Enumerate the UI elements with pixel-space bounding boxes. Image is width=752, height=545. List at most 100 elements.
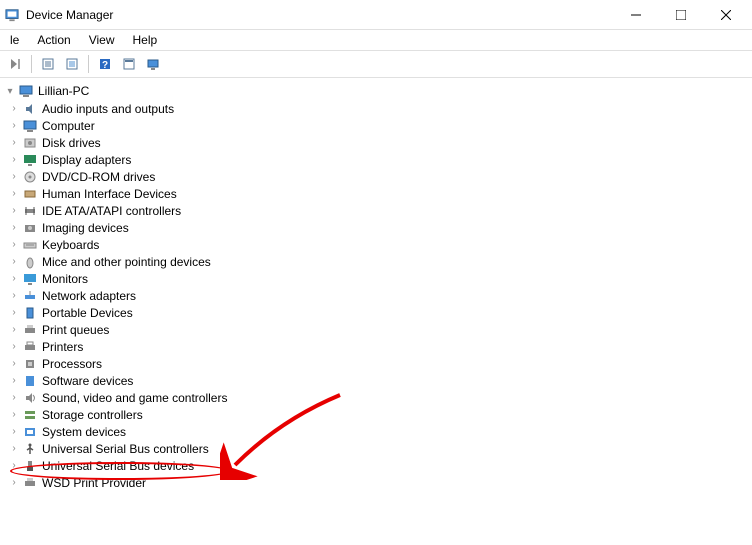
- menu-view[interactable]: View: [81, 31, 123, 49]
- expand-icon[interactable]: ›: [8, 358, 20, 370]
- expand-icon[interactable]: ›: [8, 460, 20, 472]
- menu-file[interactable]: le: [2, 31, 27, 49]
- toolbar-separator: [31, 55, 32, 73]
- expand-icon[interactable]: ›: [8, 273, 20, 285]
- display-icon: [22, 152, 38, 168]
- node-label: Human Interface Devices: [42, 187, 177, 201]
- node-label: Network adapters: [42, 289, 136, 303]
- tree-node[interactable]: › Monitors: [0, 270, 752, 287]
- printqueue-icon: [22, 322, 38, 338]
- tree-node[interactable]: › Network adapters: [0, 287, 752, 304]
- root-label: Lillian-PC: [38, 84, 89, 98]
- expand-icon[interactable]: ›: [8, 324, 20, 336]
- node-label: Storage controllers: [42, 408, 143, 422]
- expand-icon[interactable]: ›: [8, 205, 20, 217]
- expand-icon[interactable]: ›: [8, 137, 20, 149]
- node-label: Universal Serial Bus controllers: [42, 442, 209, 456]
- node-label: Printers: [42, 340, 83, 354]
- expand-icon[interactable]: ▾: [4, 85, 16, 97]
- node-label: Software devices: [42, 374, 133, 388]
- help-button[interactable]: ?: [94, 53, 116, 75]
- tree-node[interactable]: › Imaging devices: [0, 219, 752, 236]
- system-icon: [22, 424, 38, 440]
- devices-button[interactable]: [142, 53, 164, 75]
- node-label: WSD Print Provider: [42, 476, 146, 490]
- tree-node[interactable]: › DVD/CD-ROM drives: [0, 168, 752, 185]
- tree-node[interactable]: › Display adapters: [0, 151, 752, 168]
- node-label: Portable Devices: [42, 306, 133, 320]
- expand-icon[interactable]: ›: [8, 103, 20, 115]
- maximize-button[interactable]: [658, 0, 703, 30]
- tree-node[interactable]: ›System devices: [0, 423, 752, 440]
- expand-icon[interactable]: ›: [8, 392, 20, 404]
- mouse-icon: [22, 254, 38, 270]
- tree-node[interactable]: › Keyboards: [0, 236, 752, 253]
- node-label: Sound, video and game controllers: [42, 391, 227, 405]
- tree-node[interactable]: › Storage controllers: [0, 406, 752, 423]
- expand-icon[interactable]: ›: [8, 154, 20, 166]
- tree-node[interactable]: › Sound, video and game controllers: [0, 389, 752, 406]
- tree-node[interactable]: › WSD Print Provider: [0, 474, 752, 491]
- toolbar-separator: [88, 55, 89, 73]
- audio-icon: [22, 101, 38, 117]
- close-button[interactable]: [703, 0, 748, 30]
- expand-icon[interactable]: ›: [8, 375, 20, 387]
- scan-button[interactable]: [61, 53, 83, 75]
- dvd-icon: [22, 169, 38, 185]
- expand-icon[interactable]: ›: [8, 443, 20, 455]
- tree-node[interactable]: › Computer: [0, 117, 752, 134]
- tree-root[interactable]: ▾ Lillian-PC: [0, 82, 752, 100]
- node-label: DVD/CD-ROM drives: [42, 170, 155, 184]
- tree-node[interactable]: › Disk drives: [0, 134, 752, 151]
- node-label: Universal Serial Bus devices: [42, 459, 194, 473]
- expand-icon[interactable]: ›: [8, 409, 20, 421]
- node-label: Display adapters: [42, 153, 131, 167]
- tree-node[interactable]: › Human Interface Devices: [0, 185, 752, 202]
- node-label: Monitors: [42, 272, 88, 286]
- usb-icon: [22, 441, 38, 457]
- hid-icon: [22, 186, 38, 202]
- toolbar: ?: [0, 50, 752, 78]
- tree-node[interactable]: ›Mice and other pointing devices: [0, 253, 752, 270]
- node-label: Imaging devices: [42, 221, 129, 235]
- disk-icon: [22, 135, 38, 151]
- tree-node[interactable]: › Software devices: [0, 372, 752, 389]
- expand-icon[interactable]: ›: [8, 290, 20, 302]
- expand-icon[interactable]: ›: [8, 477, 20, 489]
- properties-button[interactable]: [37, 53, 59, 75]
- wsd-icon: [22, 475, 38, 491]
- node-label: Keyboards: [42, 238, 99, 252]
- menu-help[interactable]: Help: [125, 31, 166, 49]
- printer-icon: [22, 339, 38, 355]
- node-label: Computer: [42, 119, 95, 133]
- expand-icon[interactable]: ›: [8, 307, 20, 319]
- window-controls: [613, 0, 748, 30]
- tree-node[interactable]: › Processors: [0, 355, 752, 372]
- expand-icon[interactable]: ›: [8, 188, 20, 200]
- sound-icon: [22, 390, 38, 406]
- node-label: Disk drives: [42, 136, 101, 150]
- tree-node[interactable]: › Audio inputs and outputs: [0, 100, 752, 117]
- portable-icon: [22, 305, 38, 321]
- expand-icon[interactable]: ›: [8, 341, 20, 353]
- tree-node[interactable]: › Portable Devices: [0, 304, 752, 321]
- forward-button[interactable]: [4, 53, 26, 75]
- expand-icon[interactable]: ›: [8, 426, 20, 438]
- tree-node[interactable]: ›IDE ATA/ATAPI controllers: [0, 202, 752, 219]
- view-button[interactable]: [118, 53, 140, 75]
- window-title: Device Manager: [26, 8, 613, 22]
- minimize-button[interactable]: [613, 0, 658, 30]
- tree-node[interactable]: › Printers: [0, 338, 752, 355]
- expand-icon[interactable]: ›: [8, 120, 20, 132]
- device-tree[interactable]: ▾ Lillian-PC › Audio inputs and outputs › C…: [0, 78, 752, 545]
- tree-node[interactable]: › Universal Serial Bus controllers: [0, 440, 752, 457]
- expand-icon[interactable]: ›: [8, 171, 20, 183]
- node-label: Audio inputs and outputs: [42, 102, 174, 116]
- tree-node[interactable]: ›Print queues: [0, 321, 752, 338]
- expand-icon[interactable]: ›: [8, 222, 20, 234]
- expand-icon[interactable]: ›: [8, 239, 20, 251]
- node-label: Processors: [42, 357, 102, 371]
- tree-node[interactable]: › Universal Serial Bus devices: [0, 457, 752, 474]
- menu-action[interactable]: Action: [29, 31, 78, 49]
- expand-icon[interactable]: ›: [8, 256, 20, 268]
